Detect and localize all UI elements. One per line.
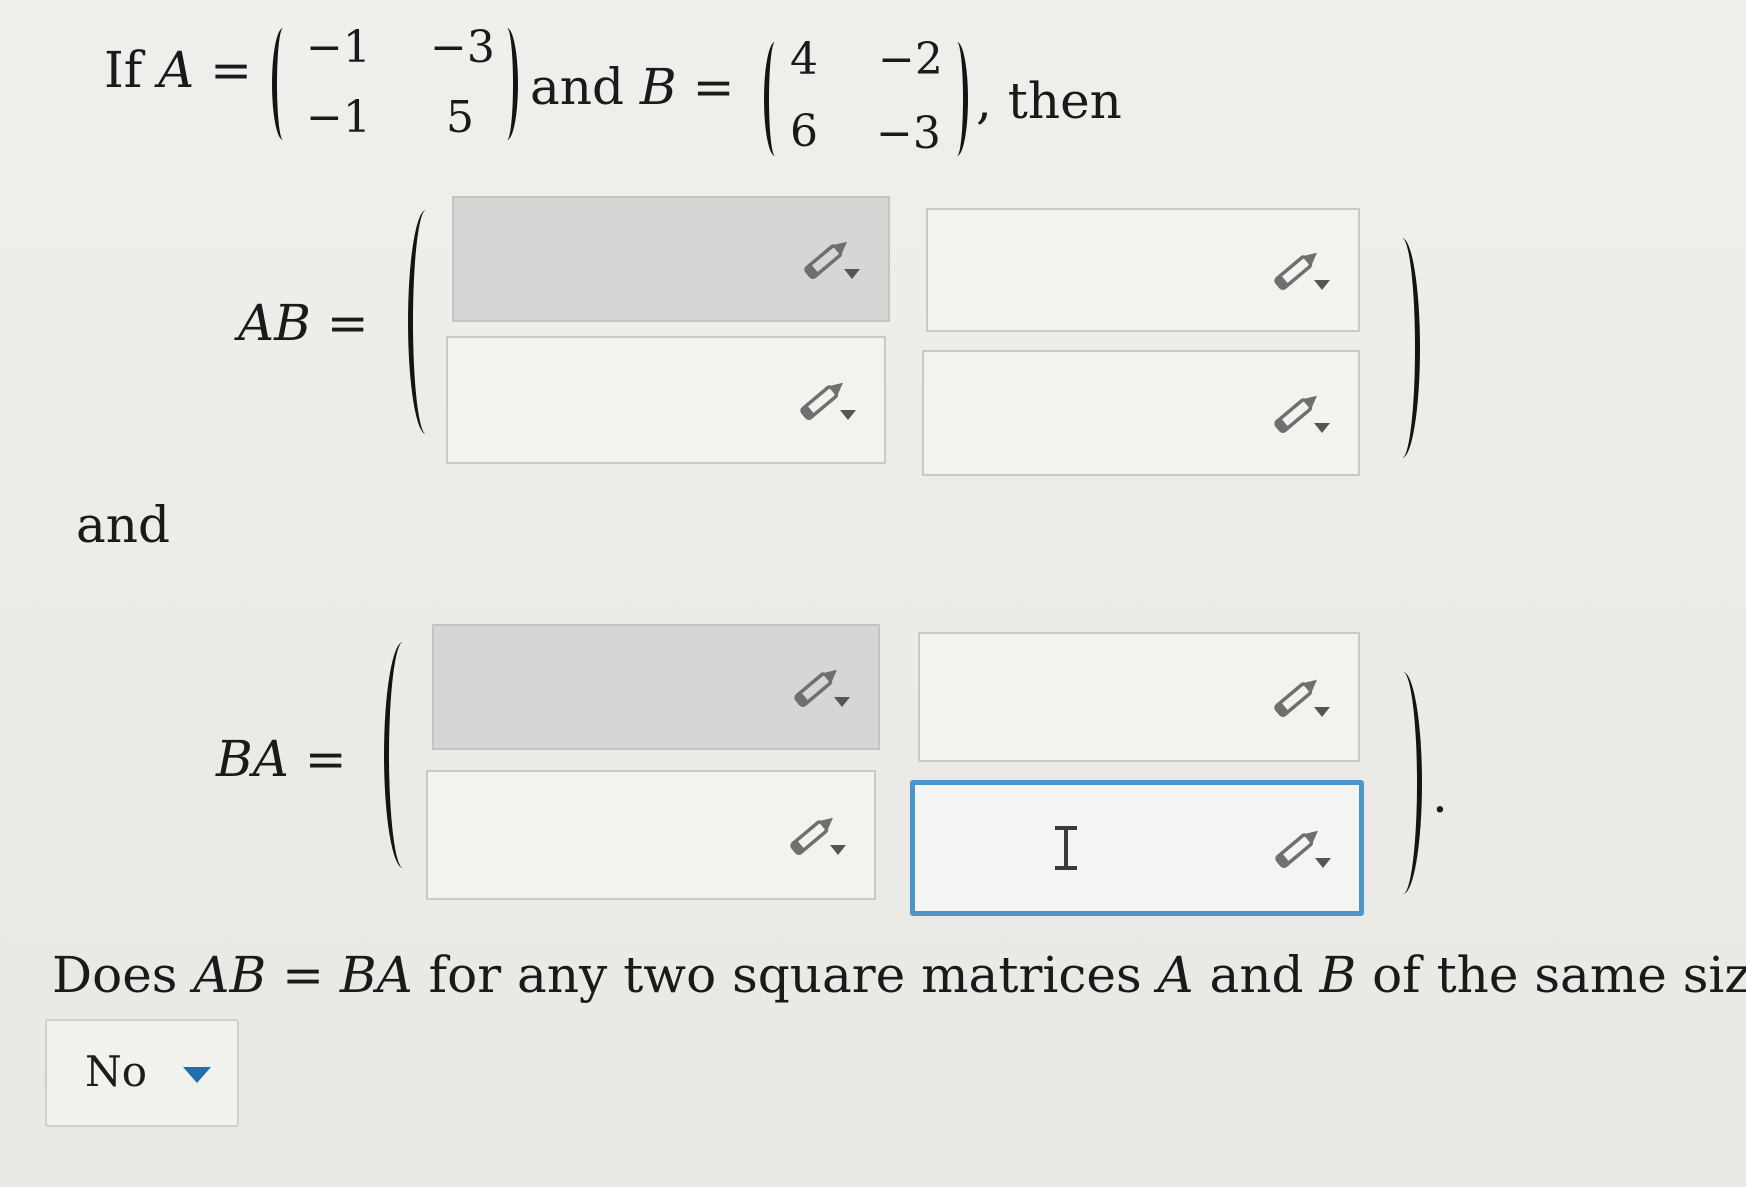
ba-cell-1-1[interactable] [432, 624, 880, 750]
ab-symbol: AB [193, 946, 267, 1004]
matrix-a-cell: −3 [430, 22, 495, 73]
ba-cell-2-2-focused[interactable] [910, 780, 1364, 916]
pencil-dropdown-icon[interactable] [1272, 675, 1332, 719]
question-line-mid: and B = [530, 62, 734, 112]
pencil-dropdown-icon[interactable] [798, 378, 858, 422]
and-label: and [76, 496, 171, 554]
equals-sign: = [194, 41, 253, 99]
caret-down-icon [183, 1067, 211, 1083]
pencil-dropdown-icon[interactable] [788, 813, 848, 857]
ba-right-paren [1384, 672, 1422, 894]
matrix-a-cell: −1 [306, 22, 371, 73]
matrix-b-cell: −2 [878, 34, 943, 85]
ba-symbol: BA [339, 946, 413, 1004]
matrix-b-right-paren [946, 42, 968, 156]
ba-cell-1-2[interactable] [918, 632, 1360, 762]
matrix-a-right-paren [496, 28, 518, 140]
text-cursor-icon [1055, 826, 1077, 870]
b-symbol: B [1319, 946, 1357, 1004]
commutativity-question: Does AB = BA for any two square matrices… [52, 950, 1746, 1000]
question-text: of the same size? [1372, 946, 1746, 1004]
matrix-b-name: B [639, 58, 677, 116]
answer-dropdown[interactable]: No [45, 1019, 239, 1127]
question-line: If A = [104, 45, 252, 95]
matrix-a-cell: −1 [306, 92, 371, 143]
matrix-b-cell: 4 [790, 34, 818, 85]
ba-label: BA = [216, 730, 347, 788]
question-text: Does [52, 946, 194, 1004]
trailing-period: . [1432, 766, 1448, 824]
ab-cell-2-1[interactable] [446, 336, 886, 464]
and-text: and [530, 58, 640, 116]
ab-cell-1-2[interactable] [926, 208, 1360, 332]
pencil-dropdown-icon[interactable] [792, 665, 852, 709]
question-text: for any two square matrices [412, 946, 1158, 1004]
ab-cell-2-2[interactable] [922, 350, 1360, 476]
pencil-dropdown-icon[interactable] [1272, 391, 1332, 435]
pencil-dropdown-icon[interactable] [1273, 826, 1333, 870]
ba-left-paren [384, 642, 422, 868]
ab-label: AB = [238, 294, 369, 352]
question-text: and [1193, 946, 1320, 1004]
then-text: , then [976, 72, 1122, 130]
ab-cell-1-1[interactable] [452, 196, 890, 322]
ab-right-paren [1384, 238, 1420, 458]
matrix-b-left-paren [764, 42, 786, 156]
pencil-dropdown-icon[interactable] [1272, 248, 1332, 292]
ba-cell-2-1[interactable] [426, 770, 876, 900]
a-symbol: A [1157, 946, 1194, 1004]
matrix-a-cell: 5 [446, 92, 474, 143]
equals-sign: = [266, 946, 340, 1004]
pencil-dropdown-icon[interactable] [802, 237, 862, 281]
if-text: If [104, 41, 159, 99]
matrix-b-cell: 6 [790, 106, 818, 157]
answer-dropdown-value: No [85, 1047, 148, 1096]
matrix-a-left-paren [272, 28, 294, 140]
equals-sign: = [676, 58, 735, 116]
matrix-b-cell: −3 [876, 108, 941, 159]
ab-left-paren [408, 210, 444, 434]
matrix-a-name: A [158, 41, 195, 99]
